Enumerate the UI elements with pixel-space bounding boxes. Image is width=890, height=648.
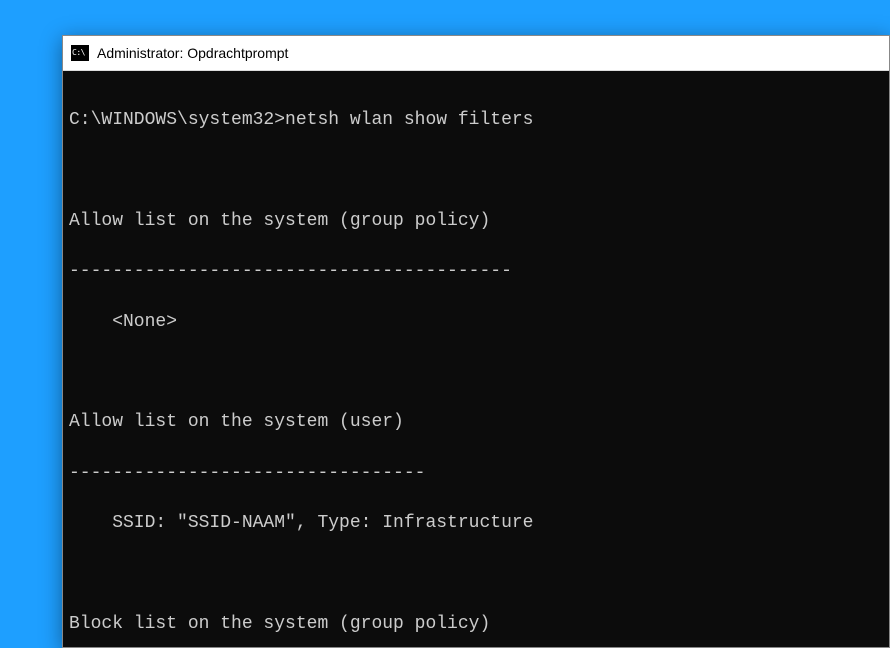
cmd-icon-glyph: C:\ bbox=[72, 49, 85, 57]
prompt-path: C:\WINDOWS\system32> bbox=[69, 110, 285, 130]
blank-line bbox=[69, 562, 883, 587]
section-header: Block list on the system (group policy) bbox=[69, 612, 883, 637]
section-divider: ----------------------------------------… bbox=[69, 259, 883, 284]
cmd-icon: C:\ bbox=[71, 45, 89, 61]
blank-line bbox=[69, 159, 883, 184]
section-content: <None> bbox=[69, 310, 883, 335]
command-prompt-window: C:\ Administrator: Opdrachtprompt C:\WIN… bbox=[62, 35, 890, 648]
section-header: Allow list on the system (group policy) bbox=[69, 209, 883, 234]
prompt-line: C:\WINDOWS\system32>netsh wlan show filt… bbox=[69, 108, 883, 133]
section-content: SSID: "SSID-NAAM", Type: Infrastructure bbox=[69, 511, 883, 536]
section-divider: --------------------------------- bbox=[69, 461, 883, 486]
command-text: netsh wlan show filters bbox=[285, 110, 533, 130]
terminal-body[interactable]: C:\WINDOWS\system32>netsh wlan show filt… bbox=[63, 71, 889, 647]
section-header: Allow list on the system (user) bbox=[69, 410, 883, 435]
blank-line bbox=[69, 360, 883, 385]
window-title: Administrator: Opdrachtprompt bbox=[97, 45, 288, 61]
titlebar[interactable]: C:\ Administrator: Opdrachtprompt bbox=[63, 36, 889, 71]
